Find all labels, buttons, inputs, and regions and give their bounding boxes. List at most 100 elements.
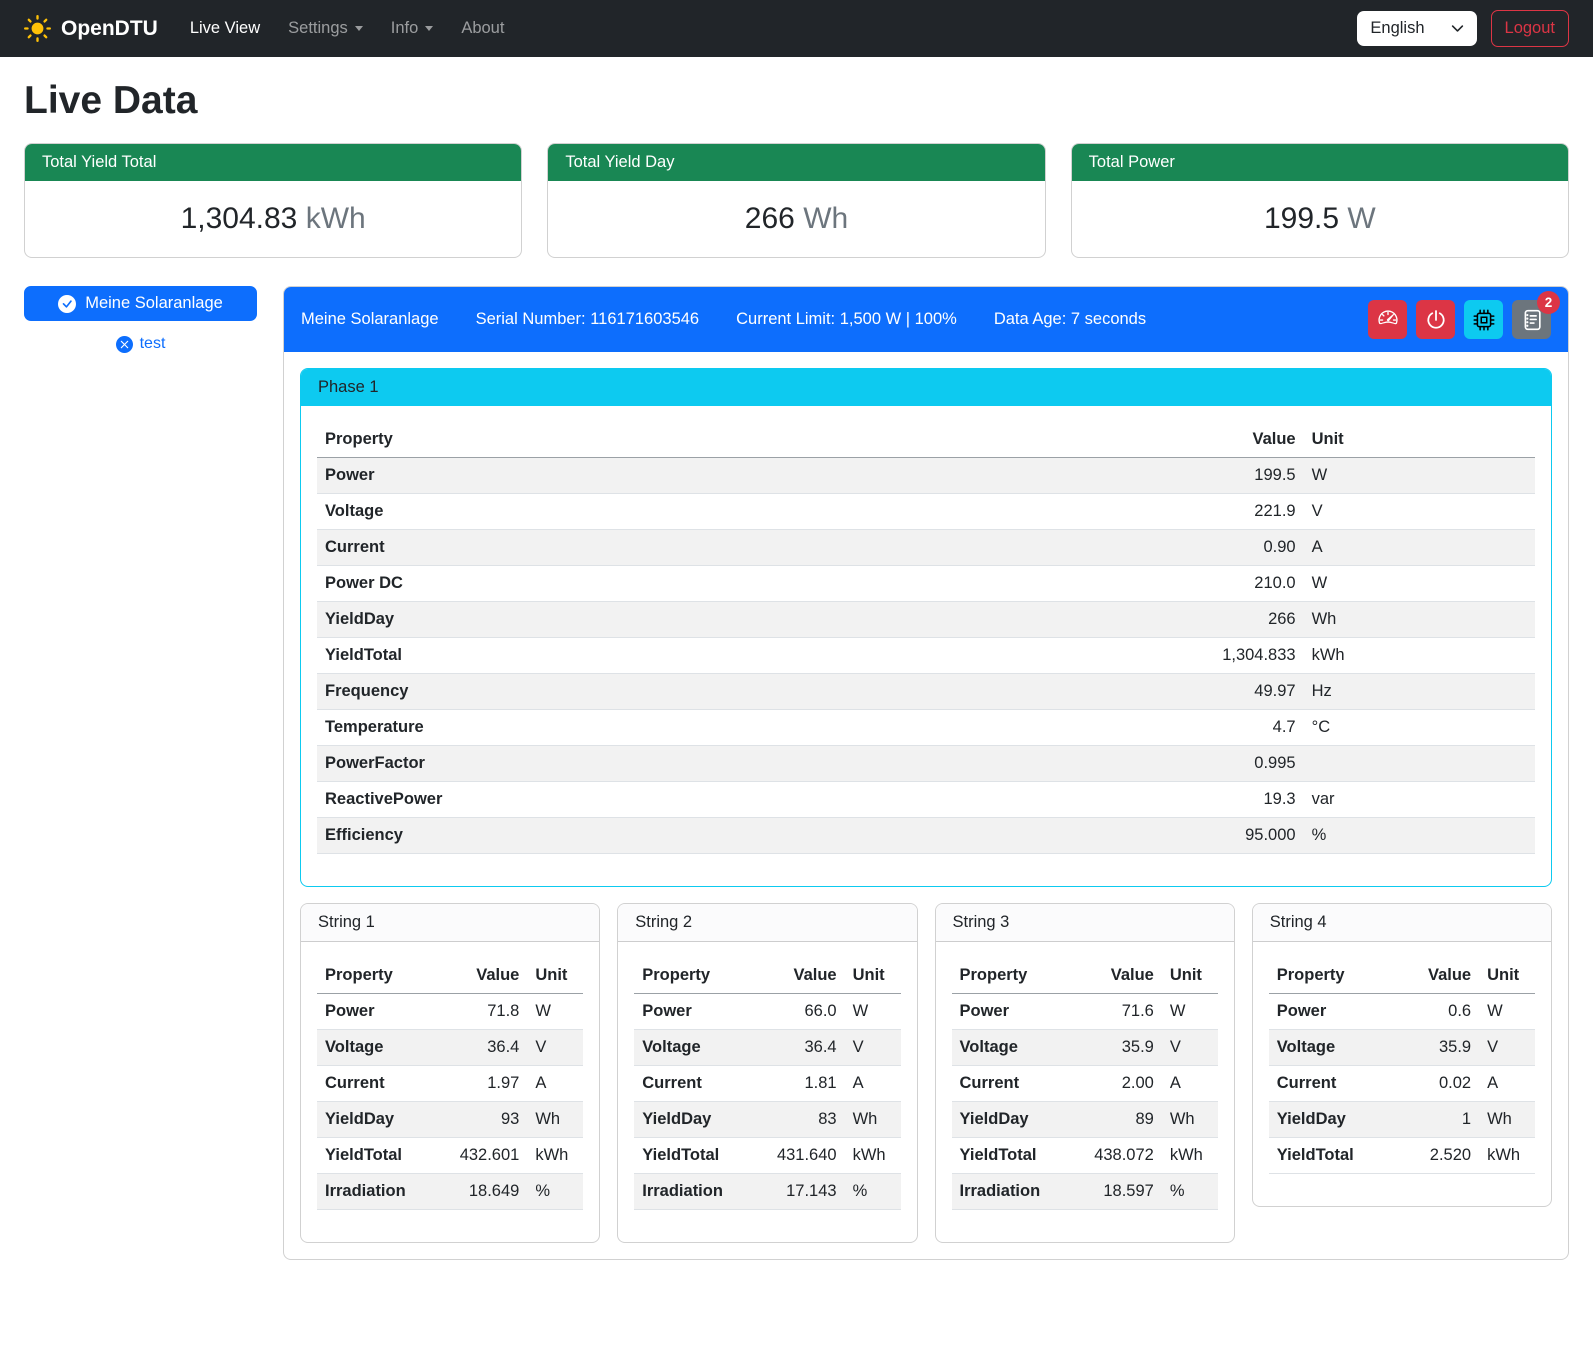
table-row: YieldDay83Wh — [634, 1102, 900, 1138]
table-row: Power DC210.0W — [317, 566, 1535, 602]
column-header-property: Property — [634, 958, 764, 994]
nav-item-info[interactable]: Info — [379, 11, 446, 46]
cpu-icon — [1473, 309, 1495, 331]
unit-cell: W — [1162, 994, 1218, 1030]
current-limit: Current Limit: 1,500 W | 100% — [736, 310, 957, 329]
value-cell: 266 — [1121, 602, 1304, 638]
table-header-row: Property Value Unit — [317, 422, 1535, 458]
value-cell: 0.6 — [1399, 994, 1479, 1030]
value-cell: 35.9 — [1082, 1030, 1162, 1066]
table-row: Voltage35.9V — [1269, 1030, 1535, 1066]
inverter-name: Meine Solaranlage — [301, 310, 439, 329]
unit-cell: % — [527, 1174, 583, 1210]
property-cell: Power — [1269, 994, 1399, 1030]
table-row: Power71.6W — [952, 994, 1218, 1030]
total-power-card: Total Power 199.5 W — [1071, 143, 1569, 258]
card-value: 266 Wh — [548, 181, 1044, 257]
table-row: YieldTotal2.520kWh — [1269, 1138, 1535, 1174]
event-log-button[interactable]: 2 — [1512, 300, 1551, 339]
table-row: Voltage36.4V — [634, 1030, 900, 1066]
brand-label: OpenDTU — [61, 17, 158, 41]
value-cell: 0.90 — [1121, 530, 1304, 566]
page-title: Live Data — [24, 79, 1569, 123]
property-cell: Power — [317, 994, 447, 1030]
limit-settings-button[interactable] — [1368, 300, 1407, 339]
summary-cards-row: Total Yield Total 1,304.83 kWh Total Yie… — [24, 143, 1569, 258]
nav-item-settings[interactable]: Settings — [276, 11, 375, 46]
property-cell: YieldDay — [634, 1102, 764, 1138]
property-cell: Power — [952, 994, 1082, 1030]
string-4-card: String 4 Property Value Unit — [1252, 903, 1552, 1207]
string-3-card: String 3 Property Value Unit — [935, 903, 1235, 1243]
card-title: Total Power — [1072, 144, 1568, 181]
unit-cell — [1304, 746, 1535, 782]
table-row: Current2.00A — [952, 1066, 1218, 1102]
property-cell: Current — [634, 1066, 764, 1102]
unit-cell: % — [1162, 1174, 1218, 1210]
table-row: Irradiation18.649% — [317, 1174, 583, 1210]
total-yield-day-card: Total Yield Day 266 Wh — [547, 143, 1045, 258]
nav-right: English Logout — [1357, 10, 1569, 47]
language-select[interactable]: English — [1357, 11, 1476, 46]
sun-icon — [24, 15, 51, 42]
unit-cell: A — [1479, 1066, 1535, 1102]
unit-cell: Wh — [1162, 1102, 1218, 1138]
speedometer-icon — [1377, 309, 1399, 331]
x-circle-icon — [116, 336, 133, 353]
events-count-badge: 2 — [1537, 291, 1560, 314]
column-header-property: Property — [952, 958, 1082, 994]
nav-item-about[interactable]: About — [449, 11, 516, 46]
value-cell: 438.072 — [1082, 1138, 1162, 1174]
property-cell: ReactivePower — [317, 782, 1121, 818]
panel-actions: 2 — [1368, 300, 1551, 339]
table-header-row: Property Value Unit — [317, 958, 583, 994]
phase-table: Property Value Unit Power199.5WVoltage22… — [317, 422, 1535, 854]
nav-item-live-view[interactable]: Live View — [178, 11, 272, 46]
unit-cell: A — [1162, 1066, 1218, 1102]
column-header-unit: Unit — [1479, 958, 1535, 994]
property-cell: YieldTotal — [317, 1138, 447, 1174]
table-row: Irradiation18.597% — [952, 1174, 1218, 1210]
card-title: Total Yield Total — [25, 144, 521, 181]
brand[interactable]: OpenDTU — [24, 15, 158, 42]
table-row: Voltage35.9V — [952, 1030, 1218, 1066]
sidebar-item-test[interactable]: test — [24, 335, 257, 353]
value-cell: 93 — [447, 1102, 527, 1138]
value-cell: 431.640 — [765, 1138, 845, 1174]
table-row: Efficiency95.000% — [317, 818, 1535, 854]
inverter-select-button[interactable]: Meine Solaranlage — [24, 286, 257, 321]
power-button[interactable] — [1416, 300, 1455, 339]
logout-button[interactable]: Logout — [1491, 10, 1569, 47]
unit-cell: V — [1304, 494, 1535, 530]
unit-cell: var — [1304, 782, 1535, 818]
value-cell: 432.601 — [447, 1138, 527, 1174]
column-header-unit: Unit — [527, 958, 583, 994]
navbar: OpenDTU Live View Settings Info About En… — [0, 0, 1593, 57]
property-cell: Current — [317, 1066, 447, 1102]
unit-cell: % — [845, 1174, 901, 1210]
nav-links: Live View Settings Info About — [178, 11, 517, 46]
table-row: ReactivePower19.3var — [317, 782, 1535, 818]
phase-card-title: Phase 1 — [301, 369, 1551, 406]
property-cell: Voltage — [1269, 1030, 1399, 1066]
unit: W — [1347, 202, 1375, 235]
string-2-card: String 2 Property Value Unit — [617, 903, 917, 1243]
unit-cell: °C — [1304, 710, 1535, 746]
string-card-title: String 1 — [301, 904, 599, 942]
column-header-unit: Unit — [845, 958, 901, 994]
unit: kWh — [306, 202, 366, 235]
table-row: Voltage221.9V — [317, 494, 1535, 530]
device-info-button[interactable] — [1464, 300, 1503, 339]
table-row: YieldTotal431.640kWh — [634, 1138, 900, 1174]
property-cell: PowerFactor — [317, 746, 1121, 782]
table-row: YieldDay266Wh — [317, 602, 1535, 638]
string-4-table: Property Value Unit Power0.6WVoltage35.9… — [1269, 958, 1535, 1174]
unit-cell: Wh — [1479, 1102, 1535, 1138]
table-header-row: Property Value Unit — [634, 958, 900, 994]
property-cell: Irradiation — [634, 1174, 764, 1210]
property-cell: YieldDay — [317, 1102, 447, 1138]
table-row: YieldTotal1,304.833kWh — [317, 638, 1535, 674]
property-cell: YieldTotal — [952, 1138, 1082, 1174]
string-2-table: Property Value Unit Power66.0WVoltage36.… — [634, 958, 900, 1210]
unit-cell: kWh — [1304, 638, 1535, 674]
